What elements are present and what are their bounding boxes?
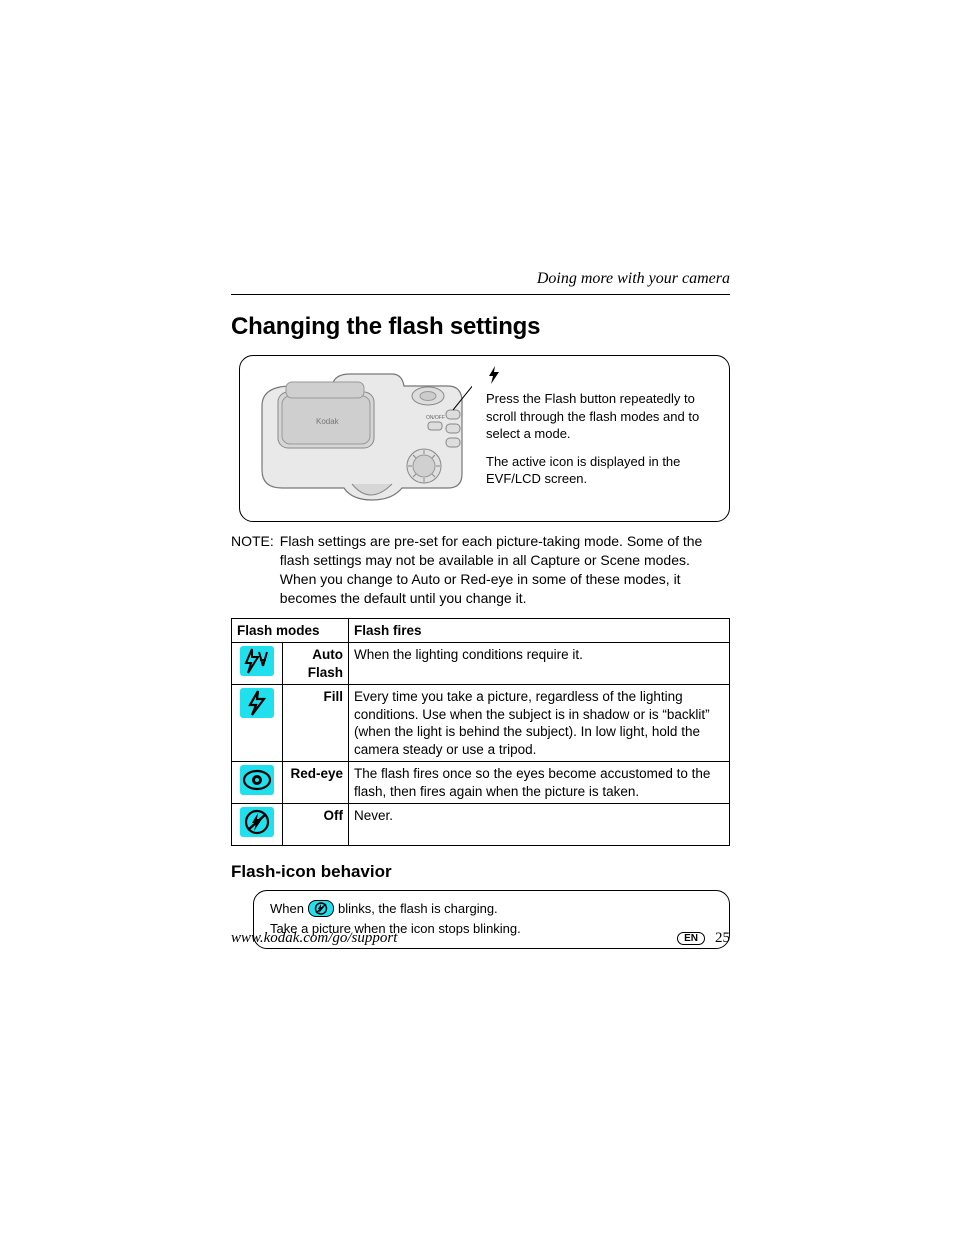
camera-diagram-box: Kodak: [239, 355, 730, 522]
flash-off-mini-icon: [308, 900, 334, 917]
mode-name: Off: [283, 804, 349, 846]
flash-icon-behavior-heading: Flash-icon behavior: [231, 862, 730, 882]
table-row: Fill Every time you take a picture, rega…: [232, 685, 730, 762]
table-row: Red-eye The flash fires once so the eyes…: [232, 762, 730, 804]
behavior-post: blinks, the flash is charging.: [338, 899, 498, 919]
flash-auto-icon-cell: [232, 643, 283, 685]
flash-fill-icon: [240, 688, 274, 718]
flash-icon-callout: [486, 366, 717, 384]
page-footer: www.kodak.com/go/support EN 25: [231, 930, 730, 947]
behavior-line-1: When blinks, the flash is charging.: [270, 899, 713, 919]
language-badge: EN: [677, 932, 705, 945]
note-block: NOTE: Flash settings are pre-set for eac…: [231, 532, 730, 608]
flash-bolt-icon: [486, 366, 502, 384]
table-row: Auto Flash When the lighting conditions …: [232, 643, 730, 685]
mode-fires: Never.: [349, 804, 730, 846]
note-label: NOTE:: [231, 532, 280, 608]
diagram-text: Press the Flash button repeatedly to scr…: [486, 366, 717, 498]
flash-modes-table: Flash modes Flash fires Auto Flash When …: [231, 618, 730, 846]
flash-off-icon-cell: [232, 804, 283, 846]
camera-top-illustration: Kodak: [252, 366, 472, 511]
mode-fires: Every time you take a picture, regardles…: [349, 685, 730, 762]
flash-off-icon: [240, 807, 274, 837]
flash-redeye-icon: [240, 765, 274, 795]
svg-text:ON/OFF: ON/OFF: [426, 415, 445, 421]
manual-page: Doing more with your camera Changing the…: [0, 0, 954, 1235]
mode-name: Red-eye: [283, 762, 349, 804]
mode-fires: When the lighting conditions require it.: [349, 643, 730, 685]
flash-redeye-icon-cell: [232, 762, 283, 804]
flash-fill-icon-cell: [232, 685, 283, 762]
col-header-modes: Flash modes: [232, 618, 349, 643]
mode-fires: The flash fires once so the eyes become …: [349, 762, 730, 804]
camera-svg: Kodak: [252, 366, 472, 506]
col-header-fires: Flash fires: [349, 618, 730, 643]
behavior-pre: When: [270, 899, 304, 919]
flash-auto-icon: [240, 646, 274, 676]
diagram-line-2: The active icon is displayed in the EVF/…: [486, 453, 717, 488]
page-title: Changing the flash settings: [231, 313, 730, 341]
footer-url: www.kodak.com/go/support: [231, 930, 397, 947]
mode-name: Fill: [283, 685, 349, 762]
svg-text:Kodak: Kodak: [316, 417, 340, 426]
mode-name: Auto Flash: [283, 643, 349, 685]
header-rule: [231, 294, 730, 295]
diagram-line-1: Press the Flash button repeatedly to scr…: [486, 390, 717, 443]
note-body: Flash settings are pre-set for each pict…: [280, 532, 730, 608]
table-row: Off Never.: [232, 804, 730, 846]
section-header: Doing more with your camera: [231, 270, 730, 288]
page-number: 25: [715, 930, 730, 947]
